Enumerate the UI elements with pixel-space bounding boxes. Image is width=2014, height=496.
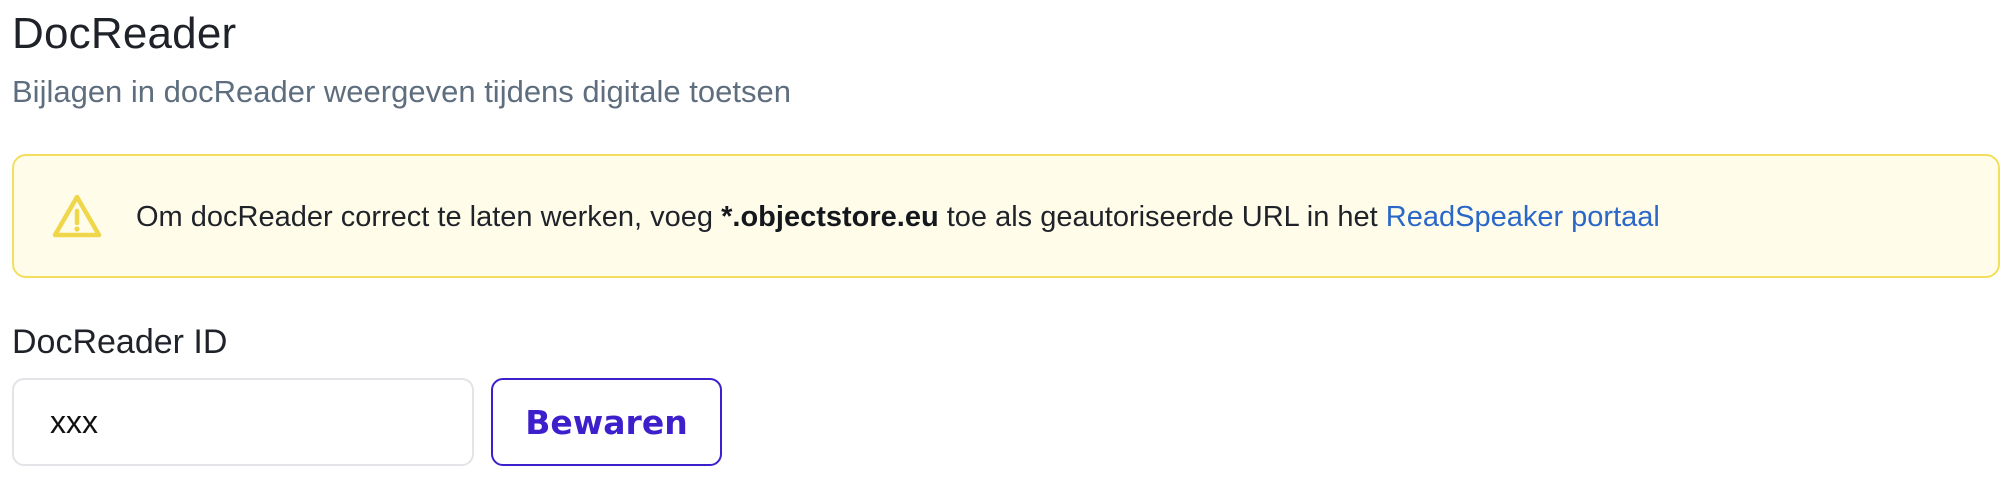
page-subtitle: Bijlagen in docReader weergeven tijdens … [12, 74, 791, 109]
alert-text-before: Om docReader correct te laten werken, vo… [136, 201, 722, 233]
warning-triangle-icon [52, 194, 102, 238]
warning-alert: Om docReader correct te laten werken, vo… [12, 154, 2000, 278]
alert-text-after: toe als geautoriseerde URL in het [938, 201, 1386, 233]
docreader-settings-page: DocReader Bijlagen in docReader weergeve… [0, 0, 2014, 496]
alert-message: Om docReader correct te laten werken, vo… [136, 197, 1660, 237]
docreader-id-label: DocReader ID [12, 323, 228, 361]
readspeaker-portal-link[interactable]: ReadSpeaker portaal [1386, 201, 1660, 233]
docreader-id-input[interactable] [12, 378, 474, 466]
alert-bold-domain: *.objectstore.eu [721, 201, 939, 233]
save-button[interactable]: Bewaren [491, 378, 722, 466]
page-title: DocReader [12, 9, 237, 58]
